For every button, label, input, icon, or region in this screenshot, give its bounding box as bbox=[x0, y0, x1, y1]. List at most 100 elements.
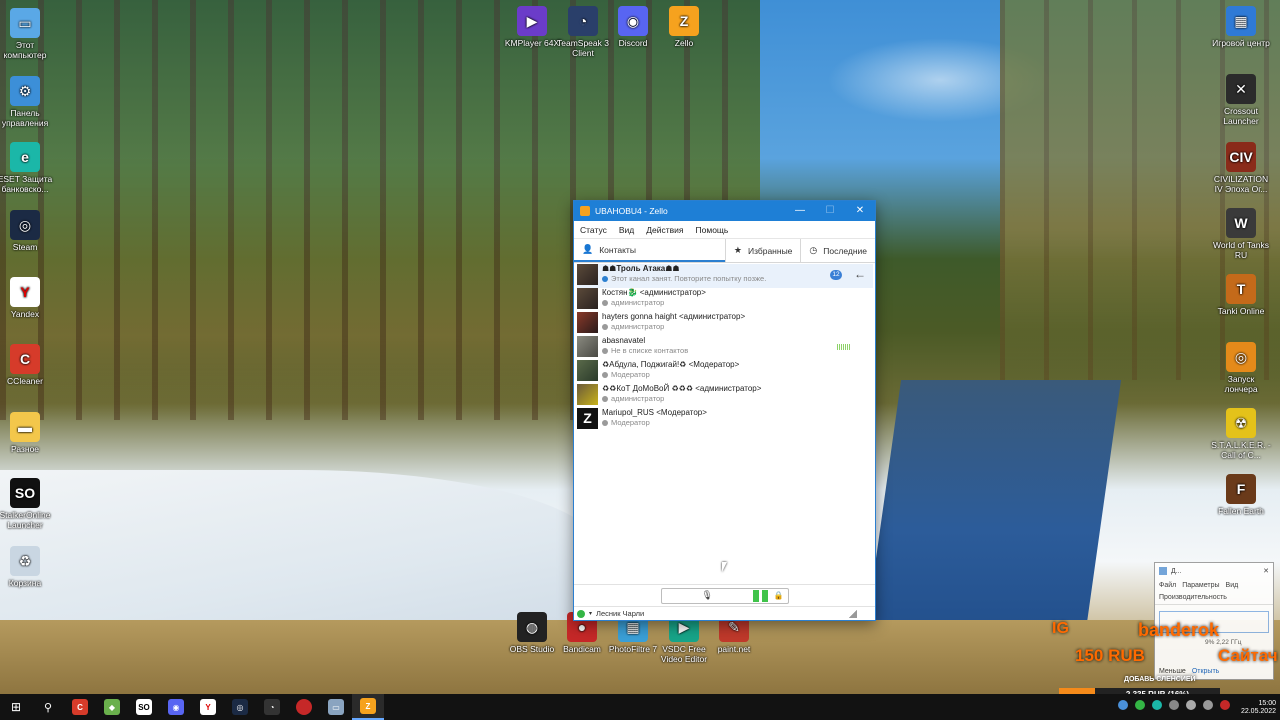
zello-app-icon bbox=[580, 206, 590, 216]
tab-contacts-label: Контакты bbox=[599, 244, 636, 255]
tray-eset-icon[interactable] bbox=[1152, 700, 1162, 710]
menu-status[interactable]: Статус bbox=[580, 225, 607, 235]
lock-icon[interactable]: 🔒 bbox=[774, 591, 784, 600]
push-to-talk-bar: 🎙 🔒 bbox=[574, 584, 875, 606]
contact-name: Mariupol_RUS <Модератор> bbox=[602, 408, 707, 417]
desktop-icon-control-panel[interactable]: ⚙ Панель управления bbox=[0, 76, 55, 128]
teamspeak-icon: ◔ bbox=[568, 6, 598, 36]
desktop-icon-launcher[interactable]: ◎ Запуск лончера bbox=[1211, 342, 1271, 394]
desktop-icon-label: Корзина bbox=[8, 578, 42, 588]
talking-indicator-icon bbox=[837, 344, 851, 350]
desktop-icon-label: Steam bbox=[12, 242, 38, 252]
crossout-icon: ✕ bbox=[1226, 74, 1256, 104]
level-indicator bbox=[752, 589, 759, 602]
taskbar-launcher[interactable]: ◔ bbox=[256, 694, 288, 720]
minimize-icon[interactable]: — bbox=[785, 201, 815, 221]
tab-favorites[interactable]: ★ Избранные bbox=[724, 239, 801, 262]
list-item[interactable]: hayters gonna haight <администратор> адм… bbox=[577, 312, 873, 336]
desktop-icon-fallen-earth[interactable]: F Fallen Earth bbox=[1211, 474, 1271, 516]
tray-volume-icon[interactable] bbox=[1186, 700, 1196, 710]
tray-check-icon[interactable] bbox=[1135, 700, 1145, 710]
menu-view[interactable]: Вид bbox=[1226, 582, 1239, 589]
world-of-tanks-icon: W bbox=[1226, 208, 1256, 238]
tray-headset-icon[interactable] bbox=[1169, 700, 1179, 710]
list-item[interactable]: ☗☗Троль Атака☗☗ Этот канал занят. Повтор… bbox=[577, 264, 873, 288]
yandex-icon: Y bbox=[200, 699, 216, 715]
desktop-icon-label: Запуск лончера bbox=[1224, 374, 1258, 394]
zello-title-bar[interactable]: UBAHOBU4 - Zello — ☐ ✕ bbox=[574, 201, 875, 221]
menu-view[interactable]: Вид bbox=[619, 225, 634, 235]
taskbar-discord[interactable]: ◉ bbox=[160, 694, 192, 720]
taskbar-ccleaner[interactable]: C bbox=[64, 694, 96, 720]
tab-contacts[interactable]: 👤 Контакты bbox=[574, 239, 725, 262]
contact-name: ♻♻КоТ ДоМоВоЙ ♻♻♻ <администратор> bbox=[602, 384, 762, 393]
offline-icon bbox=[602, 372, 608, 378]
launcher-icon: ◎ bbox=[1226, 342, 1256, 372]
menu-help[interactable]: Помощь bbox=[696, 225, 729, 235]
desktop-icon-monitor[interactable]: ▭ Этот компьютер bbox=[0, 8, 55, 60]
desktop-icon-civilization[interactable]: CIV CIVILIZATION IV Эпоха Ог... bbox=[1211, 142, 1271, 194]
search-icon: ⚲ bbox=[43, 701, 53, 714]
menu-options[interactable]: Параметры bbox=[1182, 582, 1219, 589]
offline-icon bbox=[602, 396, 608, 402]
taskbar-app[interactable]: ◆ bbox=[96, 694, 128, 720]
status-dropdown-icon[interactable]: ▾ bbox=[589, 610, 592, 617]
desktop-icon-label: Игровой центр bbox=[1212, 38, 1270, 48]
desktop-icon-eset[interactable]: e ESET Защита банковско... bbox=[0, 142, 55, 194]
tray-display-icon[interactable] bbox=[1203, 700, 1213, 710]
fewer-details-button[interactable]: Меньше bbox=[1159, 668, 1186, 675]
desktop-icon-label: S.T.A.L.K.E.R. - Call of C... bbox=[1211, 440, 1271, 460]
clock[interactable]: 15:00 22.05.2022 bbox=[1241, 700, 1276, 716]
desktop-icon-steam[interactable]: ◎ Steam bbox=[0, 210, 55, 252]
unread-badge: 12 bbox=[830, 270, 842, 280]
close-icon[interactable]: ✕ bbox=[845, 201, 875, 221]
desktop-icon-stalkeronline[interactable]: SO StalkerOnline Launcher bbox=[0, 478, 55, 530]
list-item[interactable]: ♻Абдула, Поджигай!♻ <Модератор> Модерато… bbox=[577, 360, 873, 384]
fallen-earth-icon: F bbox=[1226, 474, 1256, 504]
list-item[interactable]: abasnavatel Не в списке контактов bbox=[577, 336, 873, 360]
menu-file[interactable]: Файл bbox=[1159, 582, 1176, 589]
contact-name: Костян🐉 <администратор> bbox=[602, 288, 706, 297]
desktop-icon-world-of-tanks[interactable]: W World of Tanks RU bbox=[1211, 208, 1271, 260]
taskbar-steam[interactable]: ◎ bbox=[224, 694, 256, 720]
desktop-icon-stalker[interactable]: ☢ S.T.A.L.K.E.R. - Call of C... bbox=[1211, 408, 1271, 460]
desktop-icon-yandex[interactable]: Y Yandex bbox=[0, 277, 55, 319]
desktop-icon-label: paint.net bbox=[717, 644, 751, 654]
zello-window[interactable]: UBAHOBU4 - Zello — ☐ ✕ Статус Вид Действ… bbox=[573, 200, 876, 621]
menu-bar: Статус Вид Действия Помощь bbox=[574, 221, 875, 239]
tab-performance[interactable]: Производительность bbox=[1155, 591, 1273, 605]
list-item[interactable]: Z Mariupol_RUS <Модератор> Модератор bbox=[577, 408, 873, 432]
start-button[interactable]: ⊞ bbox=[0, 694, 32, 720]
push-to-talk-button[interactable]: 🎙 🔒 bbox=[660, 587, 789, 604]
maximize-icon[interactable]: ☐ bbox=[815, 201, 845, 221]
launcher-icon: ◔ bbox=[264, 699, 280, 715]
tray-network-icon[interactable] bbox=[1118, 700, 1128, 710]
desktop-icon-crossout[interactable]: ✕ Crossout Launcher bbox=[1211, 74, 1271, 126]
taskbar-bandicam[interactable] bbox=[288, 694, 320, 720]
offline-icon bbox=[602, 300, 608, 306]
desktop-icon-game-center[interactable]: ▦ Игровой центр bbox=[1211, 6, 1271, 48]
tab-recent[interactable]: ◷ Последние bbox=[800, 239, 875, 262]
taskbar-explorer[interactable]: ▭ bbox=[320, 694, 352, 720]
tray-record-icon[interactable] bbox=[1220, 700, 1230, 710]
ccleaner-icon: C bbox=[10, 344, 40, 374]
stalker-icon: ☢ bbox=[1226, 408, 1256, 438]
taskbar-stalkeronline[interactable]: SO bbox=[128, 694, 160, 720]
close-icon[interactable]: ✕ bbox=[1263, 567, 1273, 575]
search-button[interactable]: ⚲ bbox=[32, 694, 64, 720]
resize-grip-icon[interactable] bbox=[849, 610, 857, 618]
back-arrow-icon[interactable]: ← bbox=[854, 267, 866, 281]
desktop-icon-ccleaner[interactable]: C CCleaner bbox=[0, 344, 55, 386]
open-resource-monitor-link[interactable]: Открыть bbox=[1192, 668, 1220, 675]
obs-icon: ◍ bbox=[517, 612, 547, 642]
list-item[interactable]: Костян🐉 <администратор> администратор bbox=[577, 288, 873, 312]
taskbar-zello[interactable]: Z bbox=[352, 694, 384, 720]
desktop-icon-recycle-bin[interactable]: ♻ Корзина bbox=[0, 546, 55, 588]
desktop-icon-folder[interactable]: ▬ Разное bbox=[0, 412, 55, 454]
desktop-icon-tanki-online[interactable]: T Tanki Online bbox=[1211, 274, 1271, 316]
status-bar[interactable]: ▾ Лесник Чарли bbox=[574, 606, 875, 620]
list-item[interactable]: ♻♻КоТ ДоМоВоЙ ♻♻♻ <администратор> админи… bbox=[577, 384, 873, 408]
desktop-icon-zello[interactable]: Z Zello bbox=[654, 6, 714, 48]
taskbar-yandex[interactable]: Y bbox=[192, 694, 224, 720]
menu-actions[interactable]: Действия bbox=[646, 225, 683, 235]
